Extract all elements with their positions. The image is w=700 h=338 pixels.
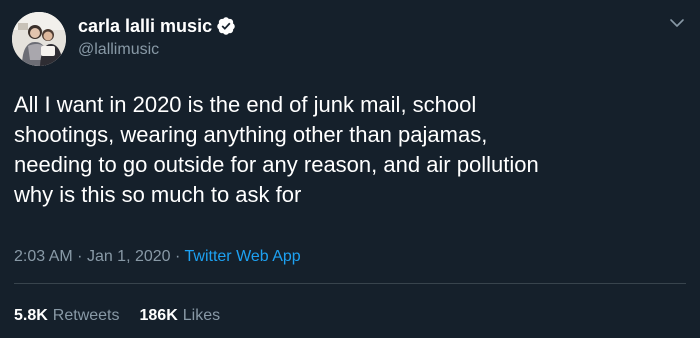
likes-stat[interactable]: 186K Likes [140,306,221,326]
divider [14,283,686,284]
display-name[interactable]: carla lalli music [78,14,212,38]
avatar[interactable] [12,12,66,66]
tweet-text: All I want in 2020 is the end of junk ma… [14,92,539,207]
author-name-row: carla lalli music [78,14,236,38]
meta-separator: · [77,248,83,265]
chevron-down-icon[interactable] [668,14,686,32]
likes-label: Likes [182,307,221,324]
retweets-count: 5.8K [14,307,48,324]
tweet-card: carla lalli music @lallimusic All I want… [0,0,700,338]
tweet-author: carla lalli music @lallimusic [78,14,236,60]
likes-count: 186K [139,307,178,324]
tweet-source-link[interactable]: Twitter Web App [185,248,301,265]
tweet-stats: 5.8K Retweets 186K Likes [14,306,240,326]
profile-photo-icon [12,12,66,66]
user-handle[interactable]: @lallimusic [78,40,236,60]
retweets-stat[interactable]: 5.8K Retweets [14,306,120,326]
meta-separator: · [175,248,181,265]
tweet-date[interactable]: Jan 1, 2020 [87,248,171,265]
tweet-metadata: 2:03 AM · Jan 1, 2020 · Twitter Web App [14,247,301,267]
tweet-time[interactable]: 2:03 AM [14,248,73,265]
retweets-label: Retweets [52,307,120,324]
verified-badge-icon [216,16,236,36]
